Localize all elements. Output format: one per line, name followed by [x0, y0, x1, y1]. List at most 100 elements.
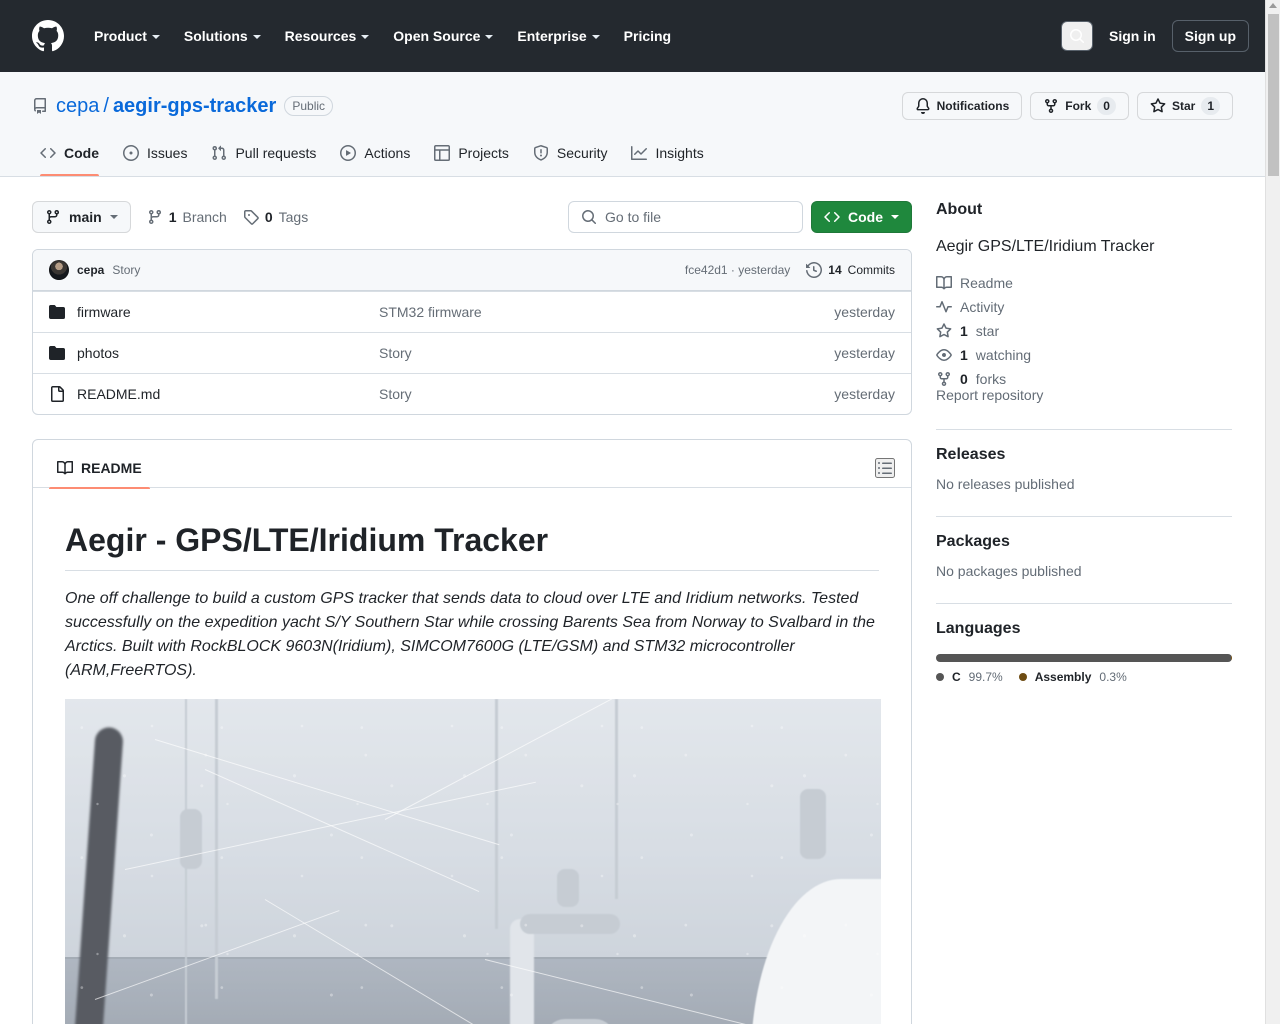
file-name[interactable]: README.md: [77, 386, 160, 402]
tags-count: 0: [264, 209, 273, 225]
fork-button[interactable]: Fork 0: [1030, 92, 1129, 120]
watchers-label: watching: [975, 347, 1032, 363]
file-name-cell: photos: [49, 345, 379, 361]
code-icon: [40, 147, 56, 159]
search-icon: [582, 210, 597, 225]
scroll-up-arrow-icon[interactable]: [1269, 3, 1277, 8]
table-icon: [434, 145, 451, 161]
language-name: Assembly: [1034, 670, 1092, 684]
commit-message[interactable]: Story: [112, 263, 140, 277]
global-nav-item-enterprise[interactable]: Enterprise: [505, 20, 611, 52]
global-nav-label: Resources: [284, 28, 357, 44]
readme-link[interactable]: Readme: [936, 275, 1232, 291]
table-row[interactable]: photos Story yesterday: [33, 332, 911, 373]
tab-issues[interactable]: Issues: [115, 132, 195, 176]
tab-code[interactable]: Code: [32, 132, 107, 176]
folder-icon: [49, 345, 65, 361]
commits-label: Commits: [847, 263, 895, 277]
notifications-label: Notifications: [936, 99, 1010, 113]
stars-link[interactable]: 1 star: [936, 323, 1232, 339]
tags-link[interactable]: 0 Tags: [243, 209, 308, 225]
tab-readme[interactable]: README: [49, 448, 150, 489]
forks-link[interactable]: 0 forks: [936, 371, 1232, 387]
packages-heading: Packages: [936, 533, 1010, 550]
search-button[interactable]: [1061, 21, 1093, 51]
file-time: yesterday: [834, 345, 895, 361]
file-icon: [49, 386, 65, 402]
about-heading: About: [936, 201, 983, 218]
commit-author[interactable]: cepa: [77, 263, 104, 277]
language-percent: 0.3%: [1099, 670, 1127, 684]
tab-security[interactable]: Security: [525, 132, 616, 176]
go-to-file-input[interactable]: Go to file: [568, 201, 803, 233]
main-content: main 1 Branch 0 Tags Go to file Code cep…: [0, 177, 1265, 1024]
branch-selector[interactable]: main: [32, 201, 131, 233]
outline-button[interactable]: [875, 457, 895, 478]
history-icon: [806, 262, 823, 278]
file-commit-message[interactable]: Story: [379, 345, 834, 361]
global-nav-item-product[interactable]: Product: [82, 20, 172, 52]
scrollbar-thumb[interactable]: [1268, 14, 1279, 176]
commit-meta: fce42d1 · yesterday 14 Commits: [685, 262, 895, 278]
tab-label: Pull requests: [235, 145, 317, 161]
activity-link-label: Activity: [960, 299, 1005, 315]
global-nav-label: Product: [94, 28, 147, 44]
star-button[interactable]: Star 1: [1136, 92, 1233, 120]
activity-link[interactable]: Activity: [936, 299, 1232, 315]
global-nav-item-solutions[interactable]: Solutions: [172, 20, 273, 52]
tags-label: Tags: [278, 209, 309, 225]
global-nav-item-pricing[interactable]: Pricing: [612, 20, 683, 52]
tab-pull-requests[interactable]: Pull requests: [203, 132, 324, 176]
sign-in-link[interactable]: Sign in: [1109, 28, 1156, 44]
bell-icon: [916, 98, 930, 114]
photo-raindrops: [65, 699, 881, 1024]
language-dot-icon: [936, 673, 944, 681]
shield-icon: [533, 145, 548, 161]
global-nav-item-open-source[interactable]: Open Source: [381, 20, 505, 52]
code-button-label: Code: [848, 209, 883, 225]
commit-sha-and-time[interactable]: fce42d1 · yesterday: [685, 263, 790, 277]
code-download-button[interactable]: Code: [811, 201, 912, 233]
repository-title-row: cepa / aegir-gps-tracker Public Notifica…: [32, 88, 1233, 124]
chevron-down-icon: [591, 35, 600, 39]
repository-header: cepa / aegir-gps-tracker Public Notifica…: [0, 72, 1265, 177]
table-row[interactable]: firmware STM32 firmware yesterday: [33, 291, 911, 332]
language-item-c[interactable]: C 99.7%: [936, 670, 1003, 684]
language-segment-c[interactable]: [936, 654, 1232, 662]
github-mark-icon[interactable]: [32, 20, 64, 52]
language-segment-assembly[interactable]: [1231, 654, 1232, 662]
releases-empty: No releases published: [936, 476, 1075, 492]
tab-actions[interactable]: Actions: [332, 132, 418, 176]
watchers-link[interactable]: 1 watching: [936, 347, 1232, 363]
readme-image: [65, 699, 881, 1024]
file-commit-message[interactable]: Story: [379, 386, 834, 402]
language-legend: C 99.7% Assembly 0.3%: [936, 670, 1232, 684]
stars-label: star: [975, 323, 1000, 339]
commits-count-link[interactable]: 14 Commits: [806, 262, 895, 278]
file-name[interactable]: photos: [77, 345, 119, 361]
readme-tab-label: README: [81, 459, 142, 476]
page-scrollbar[interactable]: [1265, 0, 1280, 1024]
repo-owner-link[interactable]: cepa: [56, 95, 99, 118]
file-time: yesterday: [834, 304, 895, 320]
table-row[interactable]: README.md Story yesterday: [33, 373, 911, 414]
tab-insights[interactable]: Insights: [623, 132, 711, 176]
notifications-button[interactable]: Notifications: [901, 92, 1023, 120]
file-commit-message[interactable]: STM32 firmware: [379, 304, 834, 320]
tab-projects[interactable]: Projects: [426, 132, 517, 176]
language-item-assembly[interactable]: Assembly 0.3%: [1018, 670, 1127, 684]
report-repository-link[interactable]: Report repository: [936, 387, 1043, 403]
sign-up-button[interactable]: Sign up: [1171, 20, 1249, 52]
global-nav-label: Solutions: [183, 28, 248, 44]
repository-nav: Code Issues Pull requests Actions Projec…: [32, 132, 1233, 176]
file-name[interactable]: firmware: [77, 304, 131, 320]
global-nav-item-resources[interactable]: Resources: [273, 20, 382, 52]
about-links: Readme Activity 1 star 1 watching 0 fork…: [936, 275, 1232, 387]
readme-title: Aegir - GPS/LTE/Iridium Tracker: [65, 520, 879, 571]
divider: [936, 429, 1232, 430]
branches-link[interactable]: 1 Branch: [147, 209, 227, 225]
branch-icon: [148, 210, 161, 225]
chevron-down-icon: [891, 215, 899, 219]
repo-name-link[interactable]: aegir-gps-tracker: [113, 95, 276, 118]
language-bar: [936, 654, 1232, 662]
